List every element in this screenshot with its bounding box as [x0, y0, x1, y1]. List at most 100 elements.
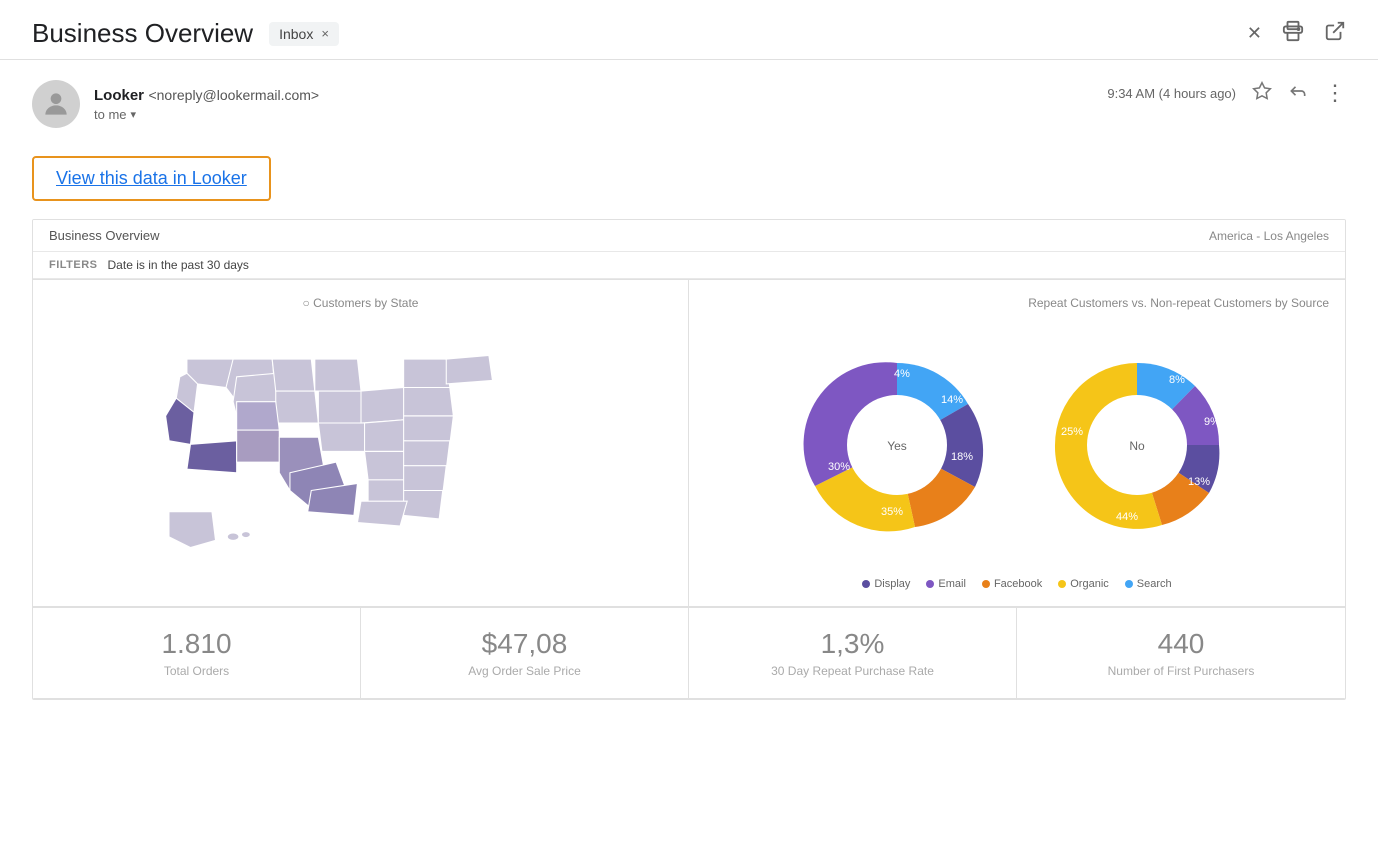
sender-email: <noreply@lookermail.com> — [148, 87, 319, 103]
legend-label-organic: Organic — [1070, 578, 1109, 590]
legend-email: Email — [926, 578, 966, 590]
dashboard-title: Business Overview — [49, 228, 160, 243]
chart2-title: Repeat Customers vs. Non-repeat Customer… — [705, 296, 1329, 310]
state-nd-sd — [272, 359, 315, 391]
sender-name: Looker — [94, 87, 144, 104]
svg-text:No: No — [1129, 439, 1145, 453]
legend-label-display: Display — [874, 578, 910, 590]
state-ak — [169, 512, 215, 548]
map-container — [49, 320, 672, 590]
reply-button[interactable] — [1288, 81, 1308, 106]
title-area: Business Overview Inbox × — [32, 18, 339, 49]
email-actions: 9:34 AM (4 hours ago) ⋮ — [1107, 80, 1346, 106]
to-me[interactable]: to me ▾ — [94, 107, 319, 122]
svg-text:44%: 44% — [1116, 511, 1138, 523]
state-mi-oh — [361, 388, 407, 424]
svg-text:30%: 30% — [828, 461, 850, 473]
collapse-icon: ✕ — [1247, 23, 1262, 44]
stat-label-repeat-rate: 30 Day Repeat Purchase Rate — [705, 664, 1000, 678]
chart1-title: ○ Customers by State — [49, 296, 672, 310]
email-header: Business Overview Inbox × ✕ — [0, 0, 1378, 60]
filters-label: FILTERS — [49, 259, 98, 271]
stat-label-first-purchasers: Number of First Purchasers — [1033, 664, 1329, 678]
legend-facebook: Facebook — [982, 578, 1042, 590]
print-button[interactable] — [1282, 20, 1304, 48]
state-wv-va — [403, 416, 453, 444]
state-sc-ga — [403, 466, 446, 494]
state-hi-1 — [227, 533, 238, 540]
state-ny — [403, 359, 449, 387]
sender-area: Looker <noreply@lookermail.com> to me ▾ — [32, 80, 319, 128]
stat-value-first-purchasers: 440 — [1033, 628, 1329, 660]
svg-text:35%: 35% — [881, 506, 903, 518]
state-mo-ks — [318, 423, 368, 451]
state-la — [357, 501, 407, 526]
svg-text:4%: 4% — [894, 368, 910, 380]
more-button[interactable]: ⋮ — [1324, 80, 1346, 106]
stat-cell-first-purchasers: 440 Number of First Purchasers — [1017, 608, 1345, 699]
state-co-az — [236, 430, 279, 462]
legend-organic: Organic — [1058, 578, 1109, 590]
legend-label-facebook: Facebook — [994, 578, 1042, 590]
legend-search: Search — [1125, 578, 1172, 590]
svg-text:Yes: Yes — [887, 439, 907, 453]
state-ca-south — [186, 441, 236, 473]
state-mn-ia — [314, 359, 360, 391]
donut-chart-cell: Repeat Customers vs. Non-repeat Customer… — [689, 280, 1345, 607]
inbox-label: Inbox — [279, 26, 313, 42]
stat-value-repeat-rate: 1,3% — [705, 628, 1000, 660]
stat-cell-repeat-rate: 1,3% 30 Day Repeat Purchase Rate — [689, 608, 1017, 699]
legend-dot-display — [862, 580, 870, 588]
svg-text:9%: 9% — [1204, 416, 1220, 428]
page-title: Business Overview — [32, 18, 253, 49]
state-nc — [403, 441, 449, 469]
dashboard-filters: FILTERS Date is in the past 30 days — [33, 252, 1345, 279]
state-hi-2 — [241, 532, 250, 538]
dashboard-location: America - Los Angeles — [1209, 229, 1329, 243]
legend-dot-email — [926, 580, 934, 588]
state-nv-ut — [236, 402, 279, 430]
print-icon — [1282, 20, 1304, 48]
stat-label-total-orders: Total Orders — [49, 664, 344, 678]
stat-cell-total-orders: 1.810 Total Orders — [33, 608, 361, 699]
state-pa — [403, 388, 453, 416]
stat-label-avg-order: Avg Order Sale Price — [377, 664, 672, 678]
legend-dot-search — [1125, 580, 1133, 588]
chevron-down-icon: ▾ — [131, 108, 137, 121]
state-me-nh — [446, 356, 492, 384]
filters-value: Date is in the past 30 days — [108, 258, 249, 272]
state-wi-il — [318, 391, 364, 423]
donuts-container: Yes 14% 18% 35% 30% 4% — [705, 320, 1329, 570]
more-icon: ⋮ — [1324, 80, 1346, 106]
email-meta: Looker <noreply@lookermail.com> to me ▾ … — [0, 60, 1378, 140]
collapse-button[interactable]: ✕ — [1247, 23, 1262, 44]
open-external-button[interactable] — [1324, 20, 1346, 48]
stat-value-avg-order: $47,08 — [377, 628, 672, 660]
open-external-icon — [1324, 20, 1346, 48]
sender-info: Looker <noreply@lookermail.com> to me ▾ — [94, 87, 319, 122]
dashboard-header: Business Overview America - Los Angeles — [33, 220, 1345, 252]
sender-name-line: Looker <noreply@lookermail.com> — [94, 87, 319, 105]
legend-label-email: Email — [938, 578, 966, 590]
dashboard-embed: Business Overview America - Los Angeles … — [32, 219, 1346, 700]
to-me-text: to me — [94, 107, 127, 122]
svg-text:14%: 14% — [941, 394, 963, 406]
email-timestamp: 9:34 AM (4 hours ago) — [1107, 86, 1236, 101]
reply-icon — [1288, 81, 1308, 106]
yes-donut-svg: Yes 14% 18% 35% 30% 4% — [797, 345, 997, 545]
legend-dot-organic — [1058, 580, 1066, 588]
inbox-close-button[interactable]: × — [321, 26, 329, 41]
svg-text:25%: 25% — [1061, 426, 1083, 438]
stats-grid: 1.810 Total Orders $47,08 Avg Order Sale… — [33, 607, 1345, 699]
stat-value-total-orders: 1.810 — [49, 628, 344, 660]
no-donut-wrap: No 8% 9% 13% 44% 25% — [1037, 345, 1237, 545]
view-looker-link[interactable]: View this data in Looker — [32, 156, 271, 201]
star-button[interactable] — [1252, 81, 1272, 106]
inbox-badge: Inbox × — [269, 22, 339, 46]
state-ne-wy — [275, 391, 318, 423]
stat-cell-avg-order: $47,08 Avg Order Sale Price — [361, 608, 689, 699]
charts-grid: ○ Customers by State — [33, 279, 1345, 607]
chart-legend: Display Email Facebook Organic — [862, 578, 1171, 590]
avatar — [32, 80, 80, 128]
state-fl — [403, 491, 442, 519]
